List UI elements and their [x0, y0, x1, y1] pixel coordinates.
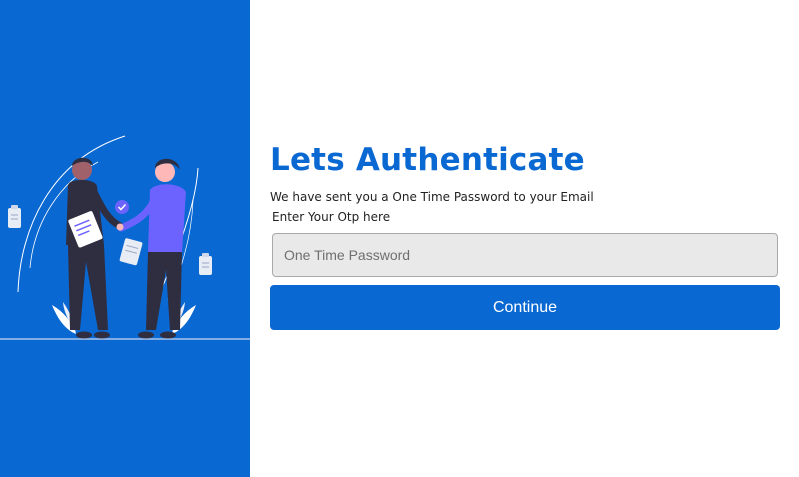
- page-title: Lets Authenticate: [270, 142, 585, 178]
- continue-button[interactable]: Continue: [270, 285, 780, 330]
- otp-input[interactable]: [272, 233, 778, 277]
- otp-field-label: Enter Your Otp here: [272, 210, 391, 224]
- illustration-panel: [0, 0, 250, 477]
- handshake-illustration-icon: [0, 135, 250, 340]
- auth-page: Lets Authenticate We have sent you a One…: [0, 0, 799, 477]
- auth-form-panel: Lets Authenticate We have sent you a One…: [250, 0, 799, 477]
- otp-sent-message: We have sent you a One Time Password to …: [270, 190, 594, 204]
